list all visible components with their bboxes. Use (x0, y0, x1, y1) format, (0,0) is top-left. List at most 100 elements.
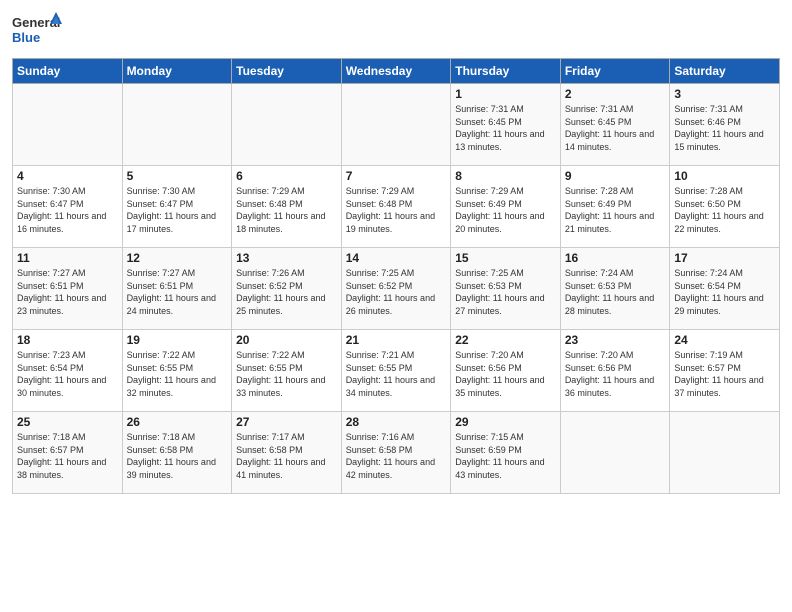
weekday-sunday: Sunday (13, 59, 123, 84)
calendar-table: SundayMondayTuesdayWednesdayThursdayFrid… (12, 58, 780, 494)
day-number: 17 (674, 251, 775, 265)
calendar-cell: 11 Sunrise: 7:27 AMSunset: 6:51 PMDayligh… (13, 248, 123, 330)
weekday-monday: Monday (122, 59, 232, 84)
logo-svg: General Blue (12, 10, 62, 50)
calendar-cell: 22 Sunrise: 7:20 AMSunset: 6:56 PMDayligh… (451, 330, 561, 412)
day-number: 24 (674, 333, 775, 347)
calendar-cell: 9Sunrise: 7:28 AMSunset: 6:49 PMDaylight… (560, 166, 670, 248)
day-info: Sunrise: 7:27 AMSunset: 6:51 PMDaylight:… (17, 267, 118, 317)
day-number: 28 (346, 415, 447, 429)
day-info: Sunrise: 7:28 AMSunset: 6:49 PMDaylight:… (565, 185, 666, 235)
day-info: Sunrise: 7:19 AMSunset: 6:57 PMDaylight:… (674, 349, 775, 399)
calendar-cell: 12 Sunrise: 7:27 AMSunset: 6:51 PMDayligh… (122, 248, 232, 330)
calendar-cell: 5 Sunrise: 7:30 AMSunset: 6:47 PMDaylight… (122, 166, 232, 248)
day-info: Sunrise: 7:18 AMSunset: 6:58 PMDaylight:… (127, 431, 228, 481)
calendar-cell (341, 84, 451, 166)
day-number: 13 (236, 251, 337, 265)
calendar-cell: 7Sunrise: 7:29 AMSunset: 6:48 PMDaylight… (341, 166, 451, 248)
day-info: Sunrise: 7:21 AMSunset: 6:55 PMDaylight:… (346, 349, 447, 399)
day-number: 23 (565, 333, 666, 347)
day-number: 29 (455, 415, 556, 429)
day-info: Sunrise: 7:24 AMSunset: 6:54 PMDaylight:… (674, 267, 775, 317)
calendar-cell (122, 84, 232, 166)
day-number: 25 (17, 415, 118, 429)
calendar-cell: 21 Sunrise: 7:21 AMSunset: 6:55 PMDayligh… (341, 330, 451, 412)
day-number: 5 (127, 169, 228, 183)
day-info: Sunrise: 7:16 AMSunset: 6:58 PMDaylight:… (346, 431, 447, 481)
page-container: General Blue SundayMondayTuesdayWednesda… (0, 0, 792, 502)
day-info: Sunrise: 7:23 AMSunset: 6:54 PMDaylight:… (17, 349, 118, 399)
day-number: 15 (455, 251, 556, 265)
day-info: Sunrise: 7:24 AMSunset: 6:53 PMDaylight:… (565, 267, 666, 317)
day-info: Sunrise: 7:18 AMSunset: 6:57 PMDaylight:… (17, 431, 118, 481)
weekday-thursday: Thursday (451, 59, 561, 84)
calendar-cell: 1 Sunrise: 7:31 AMSunset: 6:45 PMDaylight… (451, 84, 561, 166)
calendar-cell: 15 Sunrise: 7:25 AMSunset: 6:53 PMDayligh… (451, 248, 561, 330)
calendar-cell: 18 Sunrise: 7:23 AMSunset: 6:54 PMDayligh… (13, 330, 123, 412)
day-info: Sunrise: 7:22 AMSunset: 6:55 PMDaylight:… (127, 349, 228, 399)
week-row-3: 11 Sunrise: 7:27 AMSunset: 6:51 PMDayligh… (13, 248, 780, 330)
calendar-cell: 4Sunrise: 7:30 AMSunset: 6:47 PMDaylight… (13, 166, 123, 248)
day-number: 1 (455, 87, 556, 101)
day-number: 4 (17, 169, 118, 183)
day-info: Sunrise: 7:31 AMSunset: 6:45 PMDaylight:… (455, 103, 556, 153)
day-info: Sunrise: 7:27 AMSunset: 6:51 PMDaylight:… (127, 267, 228, 317)
day-info: Sunrise: 7:20 AMSunset: 6:56 PMDaylight:… (565, 349, 666, 399)
day-info: Sunrise: 7:31 AMSunset: 6:46 PMDaylight:… (674, 103, 775, 153)
calendar-cell (232, 84, 342, 166)
calendar-cell: 25 Sunrise: 7:18 AMSunset: 6:57 PMDayligh… (13, 412, 123, 494)
day-number: 6 (236, 169, 337, 183)
day-info: Sunrise: 7:29 AMSunset: 6:48 PMDaylight:… (236, 185, 337, 235)
calendar-cell: 20Sunrise: 7:22 AMSunset: 6:55 PMDayligh… (232, 330, 342, 412)
logo: General Blue (12, 10, 62, 50)
calendar-cell: 14 Sunrise: 7:25 AMSunset: 6:52 PMDayligh… (341, 248, 451, 330)
week-row-2: 4 Sunrise: 7:30 AMSunset: 6:47 PMDaylight… (13, 166, 780, 248)
day-number: 11 (17, 251, 118, 265)
calendar-cell: 10 Sunrise: 7:28 AMSunset: 6:50 PMDayligh… (670, 166, 780, 248)
calendar-cell: 3 Sunrise: 7:31 AMSunset: 6:46 PMDaylight… (670, 84, 780, 166)
header: General Blue (12, 10, 780, 50)
day-info: Sunrise: 7:29 AMSunset: 6:49 PMDaylight:… (455, 185, 556, 235)
day-info: Sunrise: 7:30 AMSunset: 6:47 PMDaylight:… (127, 185, 228, 235)
weekday-header-row: SundayMondayTuesdayWednesdayThursdayFrid… (13, 59, 780, 84)
calendar-cell: 8 Sunrise: 7:29 AMSunset: 6:49 PMDaylight… (451, 166, 561, 248)
day-info: Sunrise: 7:29 AMSunset: 6:48 PMDaylight:… (346, 185, 447, 235)
calendar-cell: 6 Sunrise: 7:29 AMSunset: 6:48 PMDaylight… (232, 166, 342, 248)
day-number: 27 (236, 415, 337, 429)
day-info: Sunrise: 7:26 AMSunset: 6:52 PMDaylight:… (236, 267, 337, 317)
calendar-cell: 23 Sunrise: 7:20 AMSunset: 6:56 PMDayligh… (560, 330, 670, 412)
day-info: Sunrise: 7:28 AMSunset: 6:50 PMDaylight:… (674, 185, 775, 235)
day-info: Sunrise: 7:25 AMSunset: 6:52 PMDaylight:… (346, 267, 447, 317)
calendar-cell (13, 84, 123, 166)
day-number: 14 (346, 251, 447, 265)
day-info: Sunrise: 7:31 AMSunset: 6:45 PMDaylight:… (565, 103, 666, 153)
day-number: 8 (455, 169, 556, 183)
day-info: Sunrise: 7:22 AMSunset: 6:55 PMDaylight:… (236, 349, 337, 399)
calendar-cell (670, 412, 780, 494)
day-number: 18 (17, 333, 118, 347)
week-row-4: 18 Sunrise: 7:23 AMSunset: 6:54 PMDayligh… (13, 330, 780, 412)
day-info: Sunrise: 7:20 AMSunset: 6:56 PMDaylight:… (455, 349, 556, 399)
day-number: 10 (674, 169, 775, 183)
calendar-cell: 29 Sunrise: 7:15 AMSunset: 6:59 PMDayligh… (451, 412, 561, 494)
weekday-saturday: Saturday (670, 59, 780, 84)
day-number: 16 (565, 251, 666, 265)
weekday-wednesday: Wednesday (341, 59, 451, 84)
day-number: 21 (346, 333, 447, 347)
day-number: 22 (455, 333, 556, 347)
calendar-cell: 16 Sunrise: 7:24 AMSunset: 6:53 PMDayligh… (560, 248, 670, 330)
calendar-cell: 17 Sunrise: 7:24 AMSunset: 6:54 PMDayligh… (670, 248, 780, 330)
week-row-1: 1 Sunrise: 7:31 AMSunset: 6:45 PMDaylight… (13, 84, 780, 166)
calendar-cell: 24 Sunrise: 7:19 AMSunset: 6:57 PMDayligh… (670, 330, 780, 412)
day-number: 19 (127, 333, 228, 347)
day-info: Sunrise: 7:25 AMSunset: 6:53 PMDaylight:… (455, 267, 556, 317)
day-info: Sunrise: 7:15 AMSunset: 6:59 PMDaylight:… (455, 431, 556, 481)
calendar-cell: 27Sunrise: 7:17 AMSunset: 6:58 PMDayligh… (232, 412, 342, 494)
day-number: 3 (674, 87, 775, 101)
calendar-cell: 28 Sunrise: 7:16 AMSunset: 6:58 PMDayligh… (341, 412, 451, 494)
day-number: 12 (127, 251, 228, 265)
weekday-friday: Friday (560, 59, 670, 84)
week-row-5: 25 Sunrise: 7:18 AMSunset: 6:57 PMDayligh… (13, 412, 780, 494)
calendar-cell: 26Sunrise: 7:18 AMSunset: 6:58 PMDayligh… (122, 412, 232, 494)
weekday-tuesday: Tuesday (232, 59, 342, 84)
